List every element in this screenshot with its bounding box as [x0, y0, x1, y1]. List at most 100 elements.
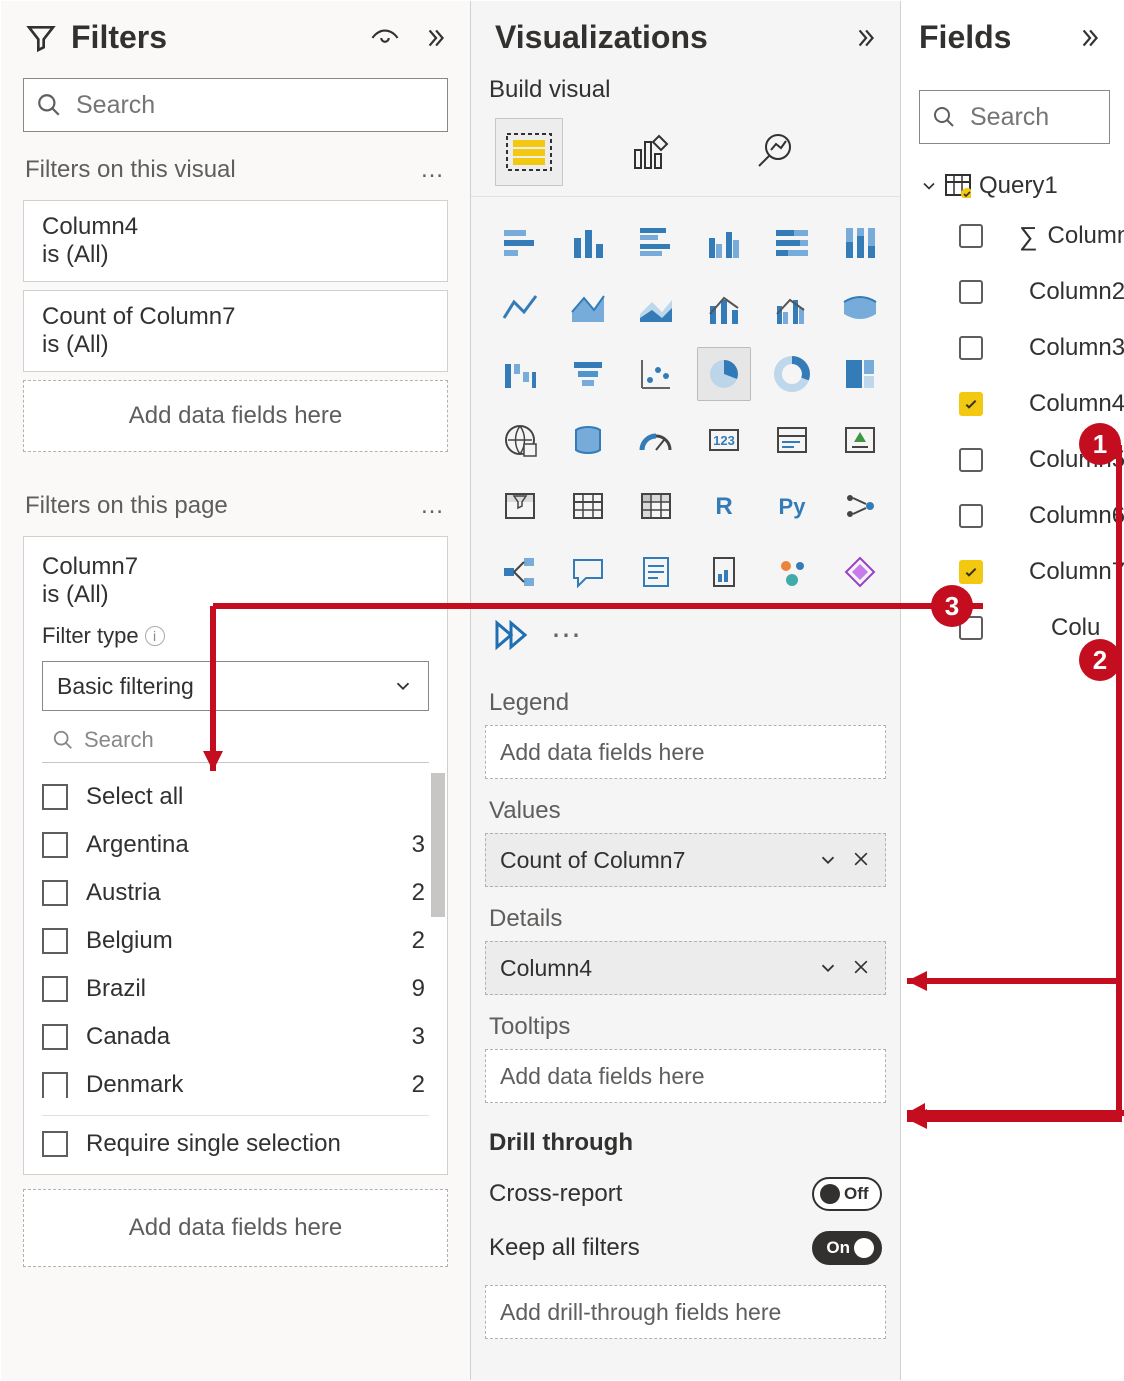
field-column2[interactable]: Column2 — [919, 264, 1112, 320]
checkbox[interactable] — [959, 280, 983, 304]
legend-well[interactable]: Add data fields here — [485, 725, 886, 779]
field-column3[interactable]: Column3 — [919, 320, 1112, 376]
fields-search[interactable] — [919, 90, 1110, 144]
visual-filters-more-icon[interactable]: … — [420, 156, 446, 184]
filter-card-column4[interactable]: Column4 is (All) — [23, 200, 448, 282]
stacked-column-chart-icon[interactable] — [561, 215, 615, 269]
filter-value-item[interactable]: Denmark2 — [42, 1061, 447, 1109]
collapse-icon[interactable] — [422, 25, 452, 51]
smart-narrative-icon[interactable] — [629, 545, 683, 599]
require-single-selection[interactable]: Require single selection — [42, 1115, 429, 1158]
keep-filters-toggle[interactable]: On — [812, 1231, 882, 1265]
info-icon[interactable]: i — [145, 626, 165, 646]
filter-values-search[interactable]: Search — [42, 717, 429, 763]
matrix-icon[interactable] — [629, 479, 683, 533]
treemap-icon[interactable] — [833, 347, 887, 401]
map-icon[interactable] — [493, 413, 547, 467]
checkbox[interactable] — [42, 832, 68, 858]
collapse-icon[interactable] — [852, 25, 882, 51]
remove-icon[interactable] — [851, 849, 871, 871]
slicer-icon[interactable] — [493, 479, 547, 533]
checkbox[interactable] — [42, 1072, 68, 1098]
filters-search[interactable] — [23, 78, 448, 132]
hundred-stacked-bar-icon[interactable] — [765, 215, 819, 269]
arcgis-map-icon[interactable] — [765, 545, 819, 599]
page-filters-more-icon[interactable]: … — [420, 492, 446, 520]
filter-type-select[interactable]: Basic filtering — [42, 661, 429, 711]
python-visual-icon[interactable]: Py — [765, 479, 819, 533]
funnel-chart-icon[interactable] — [561, 347, 615, 401]
checkbox[interactable] — [959, 504, 983, 528]
field-column6[interactable]: Column6 — [919, 488, 1112, 544]
kpi-icon[interactable] — [833, 413, 887, 467]
multi-row-card-icon[interactable] — [765, 413, 819, 467]
table-node[interactable]: Query1 — [919, 164, 1112, 208]
filled-map-icon[interactable] — [561, 413, 615, 467]
checkbox[interactable] — [959, 616, 983, 640]
scatter-chart-icon[interactable] — [629, 347, 683, 401]
tab-analytics[interactable] — [739, 118, 807, 186]
tab-build-visual[interactable] — [495, 118, 563, 186]
checkbox[interactable] — [959, 392, 983, 416]
filter-value-item[interactable]: Canada3 — [42, 1013, 447, 1061]
tooltips-well[interactable]: Add data fields here — [485, 1049, 886, 1103]
checkbox[interactable] — [42, 1024, 68, 1050]
filter-card-count-column7[interactable]: Count of Column7 is (All) — [23, 290, 448, 372]
filters-search-input[interactable] — [74, 90, 435, 121]
filter-value-item[interactable]: Austria2 — [42, 869, 447, 917]
details-chip[interactable]: Column4 — [485, 941, 886, 995]
scrollbar[interactable] — [431, 773, 445, 917]
page-filters-drop[interactable]: Add data fields here — [23, 1189, 448, 1267]
field-colu[interactable]: Colu — [919, 600, 1112, 656]
field-column1[interactable]: ∑Column1 — [919, 208, 1112, 264]
field-column4[interactable]: Column4 — [919, 376, 1112, 432]
r-visual-icon[interactable]: R — [697, 479, 751, 533]
clustered-column-chart-icon[interactable] — [697, 215, 751, 269]
eye-icon[interactable] — [370, 23, 400, 53]
qa-visual-icon[interactable] — [561, 545, 615, 599]
checkbox[interactable] — [42, 880, 68, 906]
area-chart-icon[interactable] — [561, 281, 615, 335]
donut-chart-icon[interactable] — [765, 347, 819, 401]
power-automate-icon[interactable] — [493, 617, 537, 653]
waterfall-chart-icon[interactable] — [493, 347, 547, 401]
remove-icon[interactable] — [851, 957, 871, 979]
paginated-report-icon[interactable] — [697, 545, 751, 599]
checkbox[interactable] — [959, 448, 983, 472]
line-clustered-column-icon[interactable] — [765, 281, 819, 335]
checkbox[interactable] — [959, 336, 983, 360]
filter-value-item[interactable]: Brazil9 — [42, 965, 447, 1013]
line-chart-icon[interactable] — [493, 281, 547, 335]
stacked-bar-chart-icon[interactable] — [493, 215, 547, 269]
hundred-stacked-column-icon[interactable] — [833, 215, 887, 269]
checkbox[interactable] — [959, 560, 983, 584]
cross-report-toggle[interactable]: Off — [812, 1177, 882, 1211]
checkbox[interactable] — [42, 784, 68, 810]
checkbox[interactable] — [42, 928, 68, 954]
decomposition-tree-icon[interactable] — [493, 545, 547, 599]
power-apps-icon[interactable] — [833, 545, 887, 599]
clustered-bar-chart-icon[interactable] — [629, 215, 683, 269]
more-visuals-icon[interactable]: ⋯ — [551, 618, 581, 653]
collapse-icon[interactable] — [1076, 25, 1106, 51]
tab-format-visual[interactable] — [617, 118, 685, 186]
drill-through-well[interactable]: Add drill-through fields here — [485, 1285, 886, 1339]
chevron-down-icon[interactable] — [817, 849, 839, 871]
line-stacked-column-icon[interactable] — [697, 281, 751, 335]
checkbox[interactable] — [959, 224, 983, 248]
field-column5[interactable]: Column5 — [919, 432, 1112, 488]
field-column7[interactable]: Column7… — [919, 544, 1112, 600]
checkbox[interactable] — [42, 976, 68, 1002]
card-icon[interactable]: 123 — [697, 413, 751, 467]
filter-value-item[interactable]: Belgium2 — [42, 917, 447, 965]
ribbon-chart-icon[interactable] — [833, 281, 887, 335]
values-chip[interactable]: Count of Column7 — [485, 833, 886, 887]
chevron-down-icon[interactable] — [817, 957, 839, 979]
table-icon[interactable] — [561, 479, 615, 533]
visual-filters-drop[interactable]: Add data fields here — [23, 380, 448, 452]
key-influencers-icon[interactable] — [833, 479, 887, 533]
fields-search-input[interactable] — [968, 102, 1097, 133]
pie-chart-icon[interactable] — [697, 347, 751, 401]
gauge-icon[interactable] — [629, 413, 683, 467]
filter-value-item[interactable]: Argentina3 — [42, 821, 447, 869]
